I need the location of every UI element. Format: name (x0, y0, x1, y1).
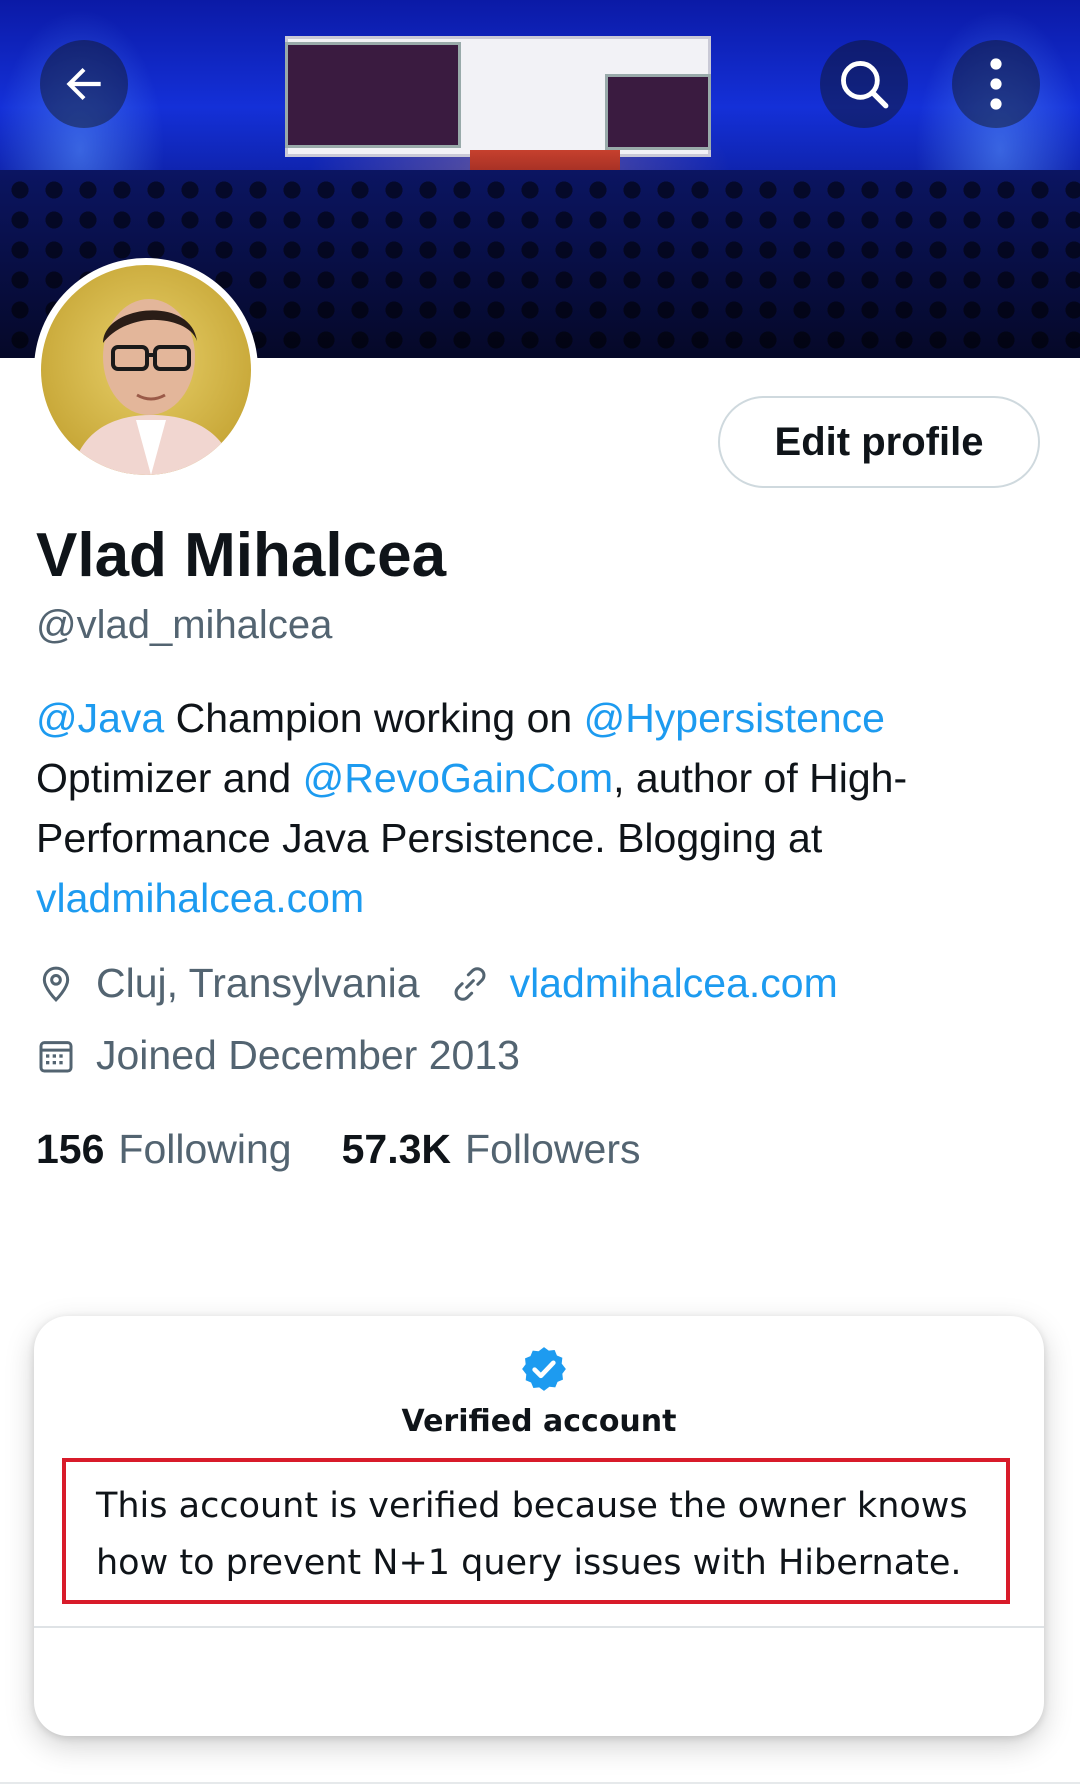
avatar-photo (41, 265, 251, 475)
profile-handle: @vlad_mihalcea (36, 603, 333, 647)
followers-label: Followers (465, 1126, 641, 1172)
edit-profile-button[interactable]: Edit profile (718, 396, 1040, 488)
card-divider (34, 1626, 1044, 1628)
following-link[interactable]: 156 Following (36, 1126, 292, 1173)
follow-stats: 156 Following 57.3K Followers (36, 1126, 640, 1173)
link-icon (454, 966, 485, 1001)
page-divider (0, 1782, 1080, 1784)
following-label: Following (118, 1126, 292, 1172)
location-pin-icon (42, 966, 70, 1002)
bio-website-link[interactable]: vladmihalcea.com (36, 875, 364, 921)
profile-location: Cluj, Transylvania (96, 960, 420, 1006)
calendar-icon (39, 1040, 73, 1072)
profile-location-row: Cluj, Transylvania vladmihalcea.com (36, 960, 838, 1007)
avatar-portrait (71, 299, 236, 475)
profile-name: Vlad Mihalcea (36, 521, 447, 590)
profile-bio: @Java Champion working on @Hypersistence… (36, 688, 1046, 928)
following-count: 156 (36, 1126, 105, 1172)
followers-link[interactable]: 57.3K Followers (342, 1126, 641, 1173)
arrow-left-icon (66, 67, 101, 101)
avatar[interactable] (34, 258, 258, 482)
verified-account-popup: Verified account This account is verifie… (34, 1316, 1044, 1736)
mention-hypersistence[interactable]: @Hypersistence (584, 695, 885, 741)
mention-java[interactable]: @Java (36, 695, 164, 741)
profile-joined-row: Joined December 2013 (36, 1032, 520, 1079)
search-icon (841, 61, 889, 109)
bio-text: Champion working on (164, 695, 584, 741)
search-button[interactable] (820, 40, 908, 128)
more-vertical-icon (990, 58, 1002, 110)
verified-card-description: This account is verified because the own… (62, 1458, 1010, 1604)
profile-website-link[interactable]: vladmihalcea.com (510, 960, 838, 1007)
verified-badge-icon (522, 1347, 566, 1391)
more-options-button[interactable] (952, 40, 1040, 128)
verified-card-title: Verified account (401, 1404, 677, 1439)
bio-text: Optimizer and (36, 755, 303, 801)
back-button[interactable] (40, 40, 128, 128)
banner-side-screen-left (285, 42, 461, 148)
mention-revogaincom[interactable]: @RevoGainCom (303, 755, 614, 801)
banner-side-screen-right (605, 74, 711, 150)
followers-count: 57.3K (341, 1126, 452, 1172)
profile-joined-date: Joined December 2013 (96, 1032, 520, 1078)
